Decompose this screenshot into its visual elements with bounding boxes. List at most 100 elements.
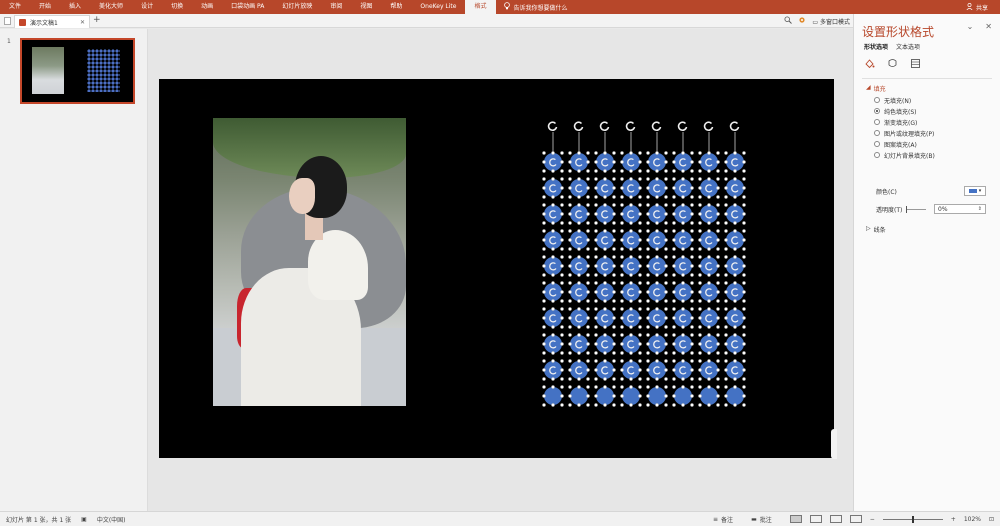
selection-handle[interactable] xyxy=(577,169,581,173)
selection-handle[interactable] xyxy=(698,203,702,207)
selection-handle[interactable] xyxy=(646,221,650,225)
selection-handle[interactable] xyxy=(586,238,590,242)
selection-handle[interactable] xyxy=(568,177,572,181)
selection-handle[interactable] xyxy=(742,160,746,164)
selection-handle[interactable] xyxy=(707,247,711,251)
grid-circle[interactable] xyxy=(700,335,718,353)
radio-button[interactable] xyxy=(874,108,880,114)
selection-handle[interactable] xyxy=(707,177,711,181)
selection-handle[interactable] xyxy=(551,281,555,285)
slide-canvas[interactable] xyxy=(159,79,837,459)
grid-circle[interactable] xyxy=(570,335,588,353)
ribbon-tab-8[interactable]: 幻灯片放映 xyxy=(273,0,321,14)
selection-handle[interactable] xyxy=(698,255,702,259)
selection-handle[interactable] xyxy=(586,186,590,190)
grid-circle[interactable] xyxy=(622,309,640,327)
selection-handle[interactable] xyxy=(568,160,572,164)
selection-handle[interactable] xyxy=(664,238,668,242)
selection-handle[interactable] xyxy=(638,394,642,398)
selection-handle[interactable] xyxy=(724,359,728,363)
selection-handle[interactable] xyxy=(612,186,616,190)
selection-handle[interactable] xyxy=(586,333,590,337)
new-doc-icon[interactable] xyxy=(4,17,11,27)
selection-handle[interactable] xyxy=(655,151,659,155)
selection-handle[interactable] xyxy=(716,342,720,346)
grid-circle[interactable] xyxy=(544,283,562,301)
grid-circle[interactable] xyxy=(596,361,614,379)
selection-handle[interactable] xyxy=(542,385,546,389)
selection-handle[interactable] xyxy=(646,169,650,173)
selection-handle[interactable] xyxy=(568,151,572,155)
selection-handle[interactable] xyxy=(620,169,624,173)
selection-handle[interactable] xyxy=(690,151,694,155)
zoom-out-icon[interactable]: − xyxy=(870,516,875,523)
selection-handle[interactable] xyxy=(620,316,624,320)
grid-circle[interactable] xyxy=(596,387,614,405)
grid-circle[interactable] xyxy=(622,205,640,223)
selection-handle[interactable] xyxy=(620,359,624,363)
selection-handle[interactable] xyxy=(681,247,685,251)
selection-handle[interactable] xyxy=(603,307,607,311)
transparency-slider[interactable] xyxy=(906,205,927,213)
grid-circle[interactable] xyxy=(622,231,640,249)
selection-handle[interactable] xyxy=(620,281,624,285)
selection-handle[interactable] xyxy=(681,203,685,207)
selection-handle[interactable] xyxy=(594,160,598,164)
selection-handle[interactable] xyxy=(586,342,590,346)
grid-circle[interactable] xyxy=(596,335,614,353)
selection-handle[interactable] xyxy=(698,359,702,363)
selection-handle[interactable] xyxy=(664,299,668,303)
spellcheck-icon[interactable]: ▣ xyxy=(81,516,87,523)
selection-handle[interactable] xyxy=(742,403,746,407)
selection-handle[interactable] xyxy=(724,351,728,355)
selection-handle[interactable] xyxy=(655,247,659,251)
selection-handle[interactable] xyxy=(724,290,728,294)
selection-handle[interactable] xyxy=(586,368,590,372)
selection-handle[interactable] xyxy=(681,229,685,233)
grid-circle[interactable] xyxy=(622,387,640,405)
selection-handle[interactable] xyxy=(638,368,642,372)
selection-handle[interactable] xyxy=(672,160,676,164)
selection-handle[interactable] xyxy=(690,316,694,320)
selection-handle[interactable] xyxy=(646,238,650,242)
selection-handle[interactable] xyxy=(560,186,564,190)
grid-circle[interactable] xyxy=(570,361,588,379)
selection-handle[interactable] xyxy=(603,403,607,407)
selection-handle[interactable] xyxy=(542,377,546,381)
grid-circle[interactable] xyxy=(596,179,614,197)
grid-circle[interactable] xyxy=(674,387,692,405)
selection-handle[interactable] xyxy=(724,394,728,398)
selection-handle[interactable] xyxy=(603,151,607,155)
selection-handle[interactable] xyxy=(646,203,650,207)
fill-section-header[interactable]: ◢ 填充 xyxy=(866,84,886,93)
selection-handle[interactable] xyxy=(646,151,650,155)
selection-handle[interactable] xyxy=(568,195,572,199)
selection-handle[interactable] xyxy=(690,221,694,225)
selection-handle[interactable] xyxy=(594,255,598,259)
selection-handle[interactable] xyxy=(724,273,728,277)
selection-handle[interactable] xyxy=(716,212,720,216)
selection-handle[interactable] xyxy=(707,359,711,363)
selection-handle[interactable] xyxy=(568,255,572,259)
selection-handle[interactable] xyxy=(742,203,746,207)
circle-grid-shapes[interactable] xyxy=(539,114,751,414)
selection-handle[interactable] xyxy=(655,403,659,407)
selection-handle[interactable] xyxy=(698,290,702,294)
selection-handle[interactable] xyxy=(568,342,572,346)
grid-circle[interactable] xyxy=(674,257,692,275)
selection-handle[interactable] xyxy=(568,351,572,355)
selection-handle[interactable] xyxy=(724,221,728,225)
selection-handle[interactable] xyxy=(646,333,650,337)
selection-handle[interactable] xyxy=(586,212,590,216)
selection-handle[interactable] xyxy=(542,186,546,190)
selection-handle[interactable] xyxy=(655,169,659,173)
radio-button[interactable] xyxy=(874,97,880,103)
grid-circle[interactable] xyxy=(596,309,614,327)
selection-handle[interactable] xyxy=(716,238,720,242)
ribbon-tab-0[interactable]: 文件 xyxy=(0,0,30,14)
selection-handle[interactable] xyxy=(620,177,624,181)
selection-handle[interactable] xyxy=(664,403,668,407)
selection-handle[interactable] xyxy=(655,351,659,355)
selection-handle[interactable] xyxy=(629,255,633,259)
selection-handle[interactable] xyxy=(681,385,685,389)
